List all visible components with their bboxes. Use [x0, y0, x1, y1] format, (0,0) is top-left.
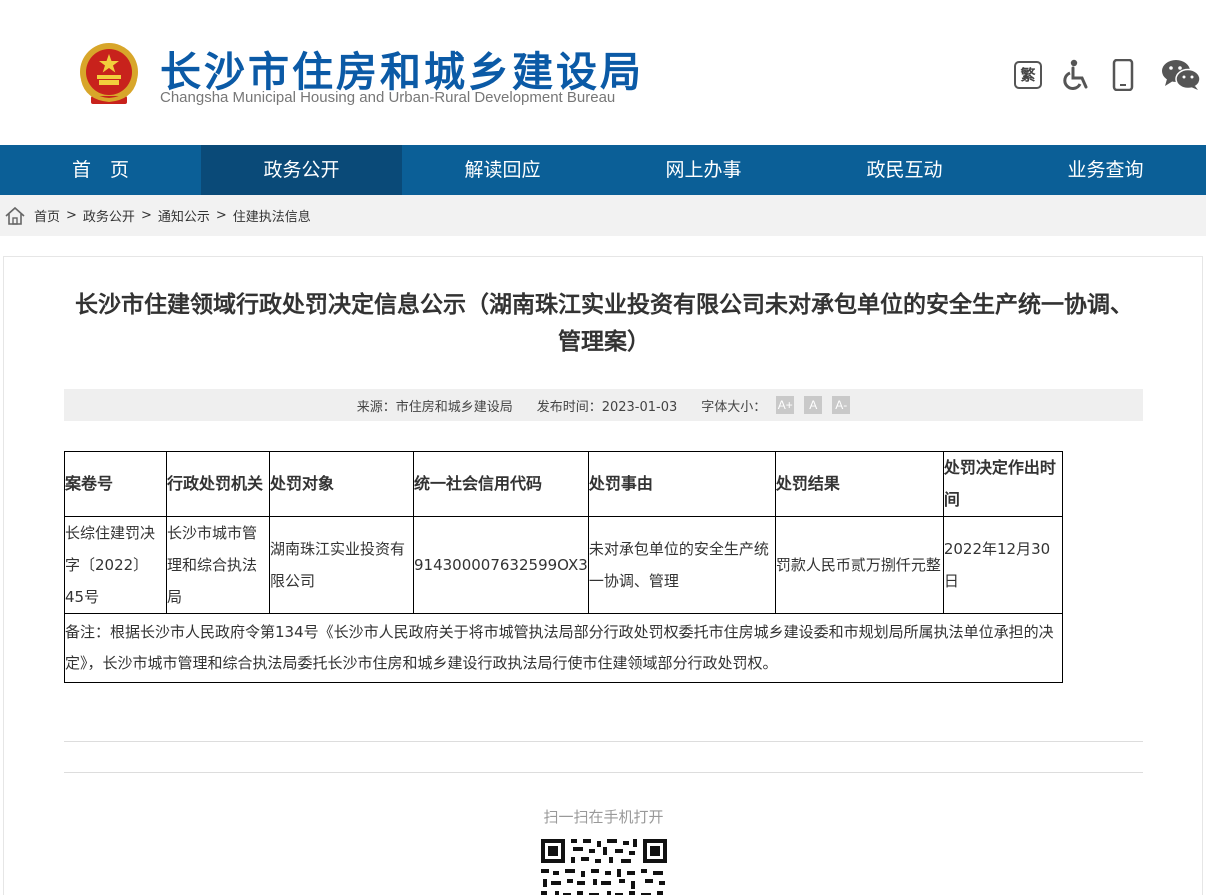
table-header-cell: 案卷号 — [64, 451, 167, 517]
breadcrumb-home[interactable]: 首页 — [34, 206, 60, 225]
nav-item-interaction[interactable]: 政民互动 — [804, 145, 1005, 195]
breadcrumb-enforcement-info[interactable]: 住建执法信息 — [233, 206, 311, 225]
breadcrumb-separator: > — [66, 208, 77, 223]
article-source: 来源：市住房和城乡建设局 — [356, 399, 513, 415]
article-publish-time: 发布时间：2023-01-03 — [536, 399, 678, 415]
table-header-cell: 处罚结果 — [774, 451, 944, 517]
table-cell: 长综住建罚决字〔2022〕45号 — [64, 516, 167, 614]
traditional-chinese-button[interactable]: 繁 — [1012, 58, 1044, 92]
qr-code-icon — [537, 835, 671, 895]
breadcrumb-notices[interactable]: 通知公示 — [158, 206, 210, 225]
nav-item-government-affairs[interactable]: 政务公开 — [201, 145, 402, 195]
wechat-button[interactable] — [1160, 58, 1202, 92]
penalty-table: 案卷号 行政处罚机关 处罚对象 统一社会信用代码 处罚事由 处罚结果 处罚决定作… — [64, 451, 1063, 683]
table-header-cell: 处罚事由 — [587, 451, 776, 517]
scan-qr-label: 扫一扫在手机打开 — [543, 808, 664, 826]
site-subtitle: Changsha Municipal Housing and Urban-Rur… — [160, 89, 616, 106]
mobile-phone-icon — [1112, 59, 1134, 91]
wechat-icon — [1162, 60, 1201, 90]
font-size-normal-button[interactable]: A — [804, 396, 823, 414]
table-header-cell: 统一社会信用代码 — [413, 451, 589, 517]
font-size-decrease-button[interactable]: A- — [832, 396, 851, 414]
table-notes-row: 备注：根据长沙市人民政府令第134号《长沙市人民政府关于将市城管执法局部分行政处… — [64, 613, 1063, 683]
table-cell: 罚款人民币贰万捌仟元整 — [774, 516, 944, 614]
divider — [64, 741, 1143, 742]
table-cell: 未对承包单位的安全生产统一协调、管理 — [587, 516, 776, 614]
breadcrumb: 首页 > 政务公开 > 通知公示 > 住建执法信息 — [0, 195, 1206, 236]
table-cell: 2022年12月30日 — [942, 516, 1063, 614]
accessibility-button[interactable] — [1060, 58, 1092, 92]
breadcrumb-separator: > — [140, 208, 152, 223]
table-header-cell: 处罚对象 — [269, 451, 414, 517]
article-title: 长沙市住建领域行政处罚决定信息公示（湖南珠江实业投资有限公司未对承包单位的安全生… — [75, 292, 1133, 355]
nav-item-interpretation[interactable]: 解读回应 — [402, 145, 603, 195]
table-cell: 长沙市城市管理和综合执法局 — [166, 516, 270, 614]
table-header-row: 案卷号 行政处罚机关 处罚对象 统一社会信用代码 处罚事由 处罚结果 处罚决定作… — [64, 451, 1063, 517]
table-cell: 914300007632599OX3 — [413, 516, 589, 614]
national-emblem-icon — [80, 43, 138, 104]
nav-item-online-services[interactable]: 网上办事 — [603, 145, 804, 195]
home-icon — [5, 206, 25, 225]
font-size-label: 字体大小： — [701, 399, 767, 415]
breadcrumb-government-affairs[interactable]: 政务公开 — [83, 206, 135, 225]
table-row: 长综住建罚决字〔2022〕45号 长沙市城市管理和综合执法局 湖南珠江实业投资有… — [64, 516, 1063, 614]
article-meta: 来源：市住房和城乡建设局 发布时间：2023-01-03 字体大小： A+ A … — [64, 389, 1143, 421]
table-cell: 湖南珠江实业投资有限公司 — [269, 516, 414, 614]
nav-item-business-query[interactable]: 业务查询 — [1005, 145, 1206, 195]
table-header-cell: 行政处罚机关 — [166, 451, 270, 517]
breadcrumb-separator: > — [215, 208, 227, 223]
font-size-increase-button[interactable]: A+ — [776, 396, 795, 414]
article-panel: 长沙市住建领域行政处罚决定信息公示（湖南珠江实业投资有限公司未对承包单位的安全生… — [3, 256, 1203, 895]
main-nav: 首 页 政务公开 解读回应 网上办事 政民互动 业务查询 — [0, 145, 1206, 195]
wheelchair-icon — [1063, 59, 1088, 90]
table-notes: 备注：根据长沙市人民政府令第134号《长沙市人民政府关于将市城管执法局部分行政处… — [64, 613, 1063, 683]
mobile-version-button[interactable] — [1108, 58, 1138, 92]
divider — [64, 772, 1143, 773]
table-header-cell: 处罚决定作出时间 — [942, 451, 1063, 517]
nav-item-home[interactable]: 首 页 — [0, 145, 201, 195]
site-header: 长沙市住房和城乡建设局 Changsha Municipal Housing a… — [0, 0, 1206, 145]
traditional-chinese-icon: 繁 — [1014, 61, 1042, 89]
